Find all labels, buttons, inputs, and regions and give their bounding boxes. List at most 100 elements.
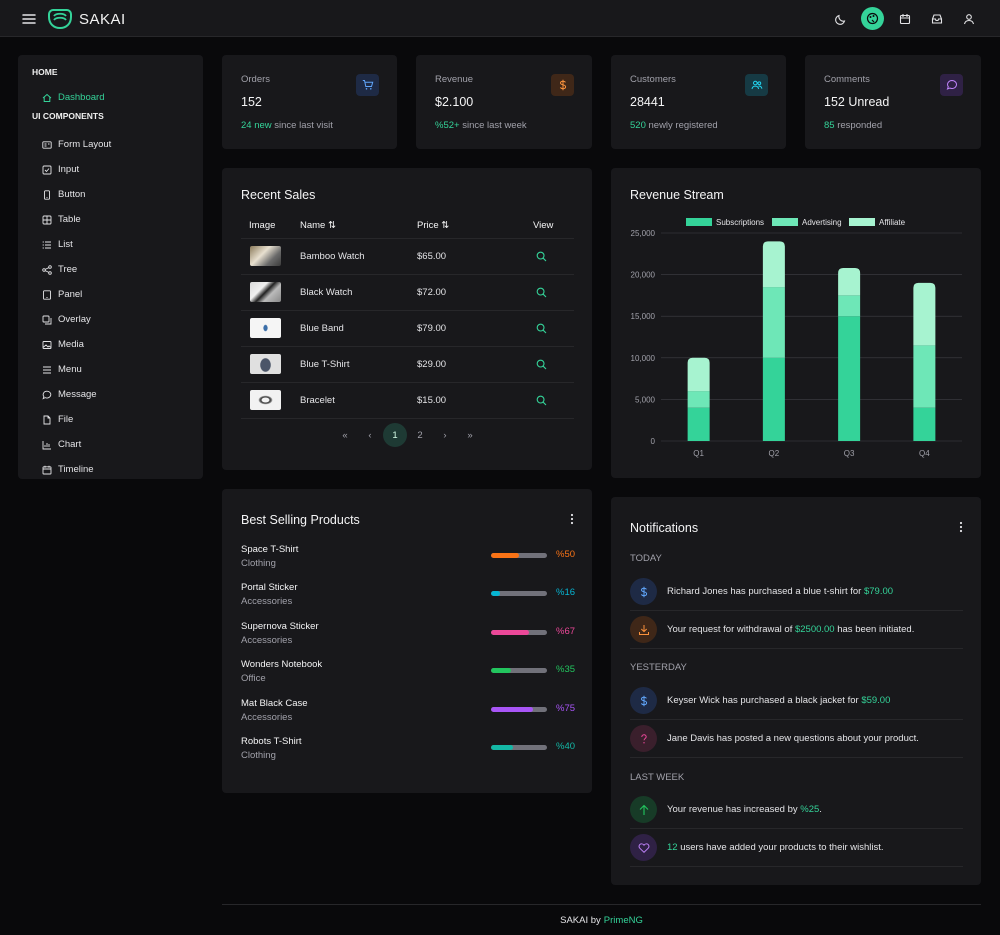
search-icon[interactable] [536,287,547,298]
stat-title: Revenue [435,74,474,85]
sidebar-item-label: List [58,239,73,250]
comment-icon [940,74,963,96]
sidebar-item-message[interactable]: Message [18,382,203,407]
profile-button[interactable] [957,7,980,30]
stat-title: Orders [241,74,271,85]
progress-bar [491,591,547,596]
sort-icon[interactable]: ⇅ [328,220,336,231]
product-name: Blue Band [300,310,417,347]
sort-icon[interactable]: ⇅ [441,220,449,231]
logo-icon[interactable] [47,8,73,30]
sidebar-item-label: Panel [58,289,83,300]
last-page-button[interactable]: » [458,423,482,447]
sidebar-item-label: Message [58,389,97,400]
notification-item: Jane Davis has posted a new questions ab… [630,720,963,758]
recent-sales-card: Recent Sales Image Name ⇅ Price ⇅ View B… [222,168,592,470]
best-selling-card: Best Selling Products Space T-Shirt Clot… [222,489,592,793]
dollar-icon [630,687,657,714]
calendar-button[interactable] [893,7,916,30]
more-options-icon[interactable] [957,520,965,534]
y-tick-label: 0 [651,437,656,446]
y-tick-label: 15,000 [631,312,656,321]
chart-bar-icon [42,440,51,449]
home-icon [42,93,52,102]
progress-bar [491,745,547,750]
bar-segment [838,295,861,317]
sidebar-item-overlay[interactable]: Overlay [18,307,203,332]
prev-page-button[interactable]: ‹ [358,423,382,447]
sidebar-item-media[interactable]: Media [18,332,203,357]
search-icon[interactable] [536,359,547,370]
notification-text: Jane Davis has posted a new questions ab… [667,733,919,744]
list-icon [42,240,51,249]
sidebar-item-list[interactable]: List [18,232,203,257]
calendar-icon [42,465,52,474]
product-image [250,390,281,410]
progress-bar [491,668,547,673]
search-icon[interactable] [536,395,547,406]
bar-segment [762,357,785,441]
next-page-button[interactable]: › [433,423,457,447]
sidebar-item-button[interactable]: Button [18,182,203,207]
product-category: Clothing [241,750,276,761]
legend-label: Subscriptions [716,218,764,227]
arrow-up-icon [630,796,657,823]
bars-icon [43,366,51,373]
column-header-price[interactable]: Price ⇅ [417,214,527,239]
sidebar-item-label: Dashboard [58,92,105,103]
sidebar-item-panel[interactable]: Panel [18,282,203,307]
stat-subtext: 85 responded [824,120,883,131]
notification-item: Your revenue has increased by %25. [630,791,963,829]
bar-segment [687,407,710,441]
download-icon [630,616,657,643]
moon-icon [834,14,845,25]
sidebar-item-timeline[interactable]: Timeline [18,457,203,482]
product-percent: %16 [556,587,576,598]
product-name: Supernova Sticker [241,621,319,632]
table-row: Black Watch $72.00 [241,274,574,311]
footer-link[interactable]: PrimeNG [604,915,643,926]
product-item: Mat Black Case Accessories %75 [241,698,575,728]
sidebar-item-label: Button [58,189,86,200]
product-image [250,282,281,302]
column-header-name[interactable]: Name ⇅ [300,214,417,239]
bar-segment [913,345,936,408]
page-button[interactable]: 2 [408,423,432,447]
progress-fill [491,553,519,558]
sidebar-item-table[interactable]: Table [18,207,203,232]
sidebar-item-file[interactable]: File [18,407,203,432]
comment-icon [42,390,52,399]
mobile-icon [44,189,50,200]
product-percent: %67 [556,626,576,637]
bar-segment [687,391,710,408]
card-title: Notifications [630,521,699,535]
x-tick-label: Q3 [844,449,855,458]
product-name: Black Watch [300,274,417,311]
stat-card-comments: Comments 152 Unread 85 responded [805,55,981,149]
sidebar-item-dashboard[interactable]: Dashboard [18,85,203,110]
search-icon[interactable] [536,251,547,262]
menu-icon[interactable] [22,12,36,26]
page-button[interactable]: 1 [383,423,407,447]
product-image [250,318,281,338]
sidebar-item-label: Overlay [58,314,91,325]
sidebar-item-tree[interactable]: Tree [18,257,203,282]
theme-palette-button[interactable] [861,7,884,30]
more-options-icon[interactable] [568,512,576,526]
product-image [250,246,281,266]
sidebar-item-menu[interactable]: Menu [18,357,203,382]
search-icon[interactable] [536,323,547,334]
stat-card-customers: Customers 28441 520 newly registered [611,55,786,149]
dark-mode-button[interactable] [829,7,852,30]
sidebar-item-label: Tree [58,264,78,275]
sidebar-item-chart[interactable]: Chart [18,432,203,457]
first-page-button[interactable]: « [333,423,357,447]
inbox-button[interactable] [925,7,948,30]
product-name: Bracelet [300,382,417,419]
brand-name: SAKAI [79,10,126,28]
stat-subtext: 520 newly registered [630,120,718,131]
section-label-last-week: LAST WEEK [630,772,685,783]
sidebar-item-form-layout[interactable]: Form Layout [18,132,203,157]
sidebar-item-input[interactable]: Input [18,157,203,182]
product-image [250,354,281,374]
